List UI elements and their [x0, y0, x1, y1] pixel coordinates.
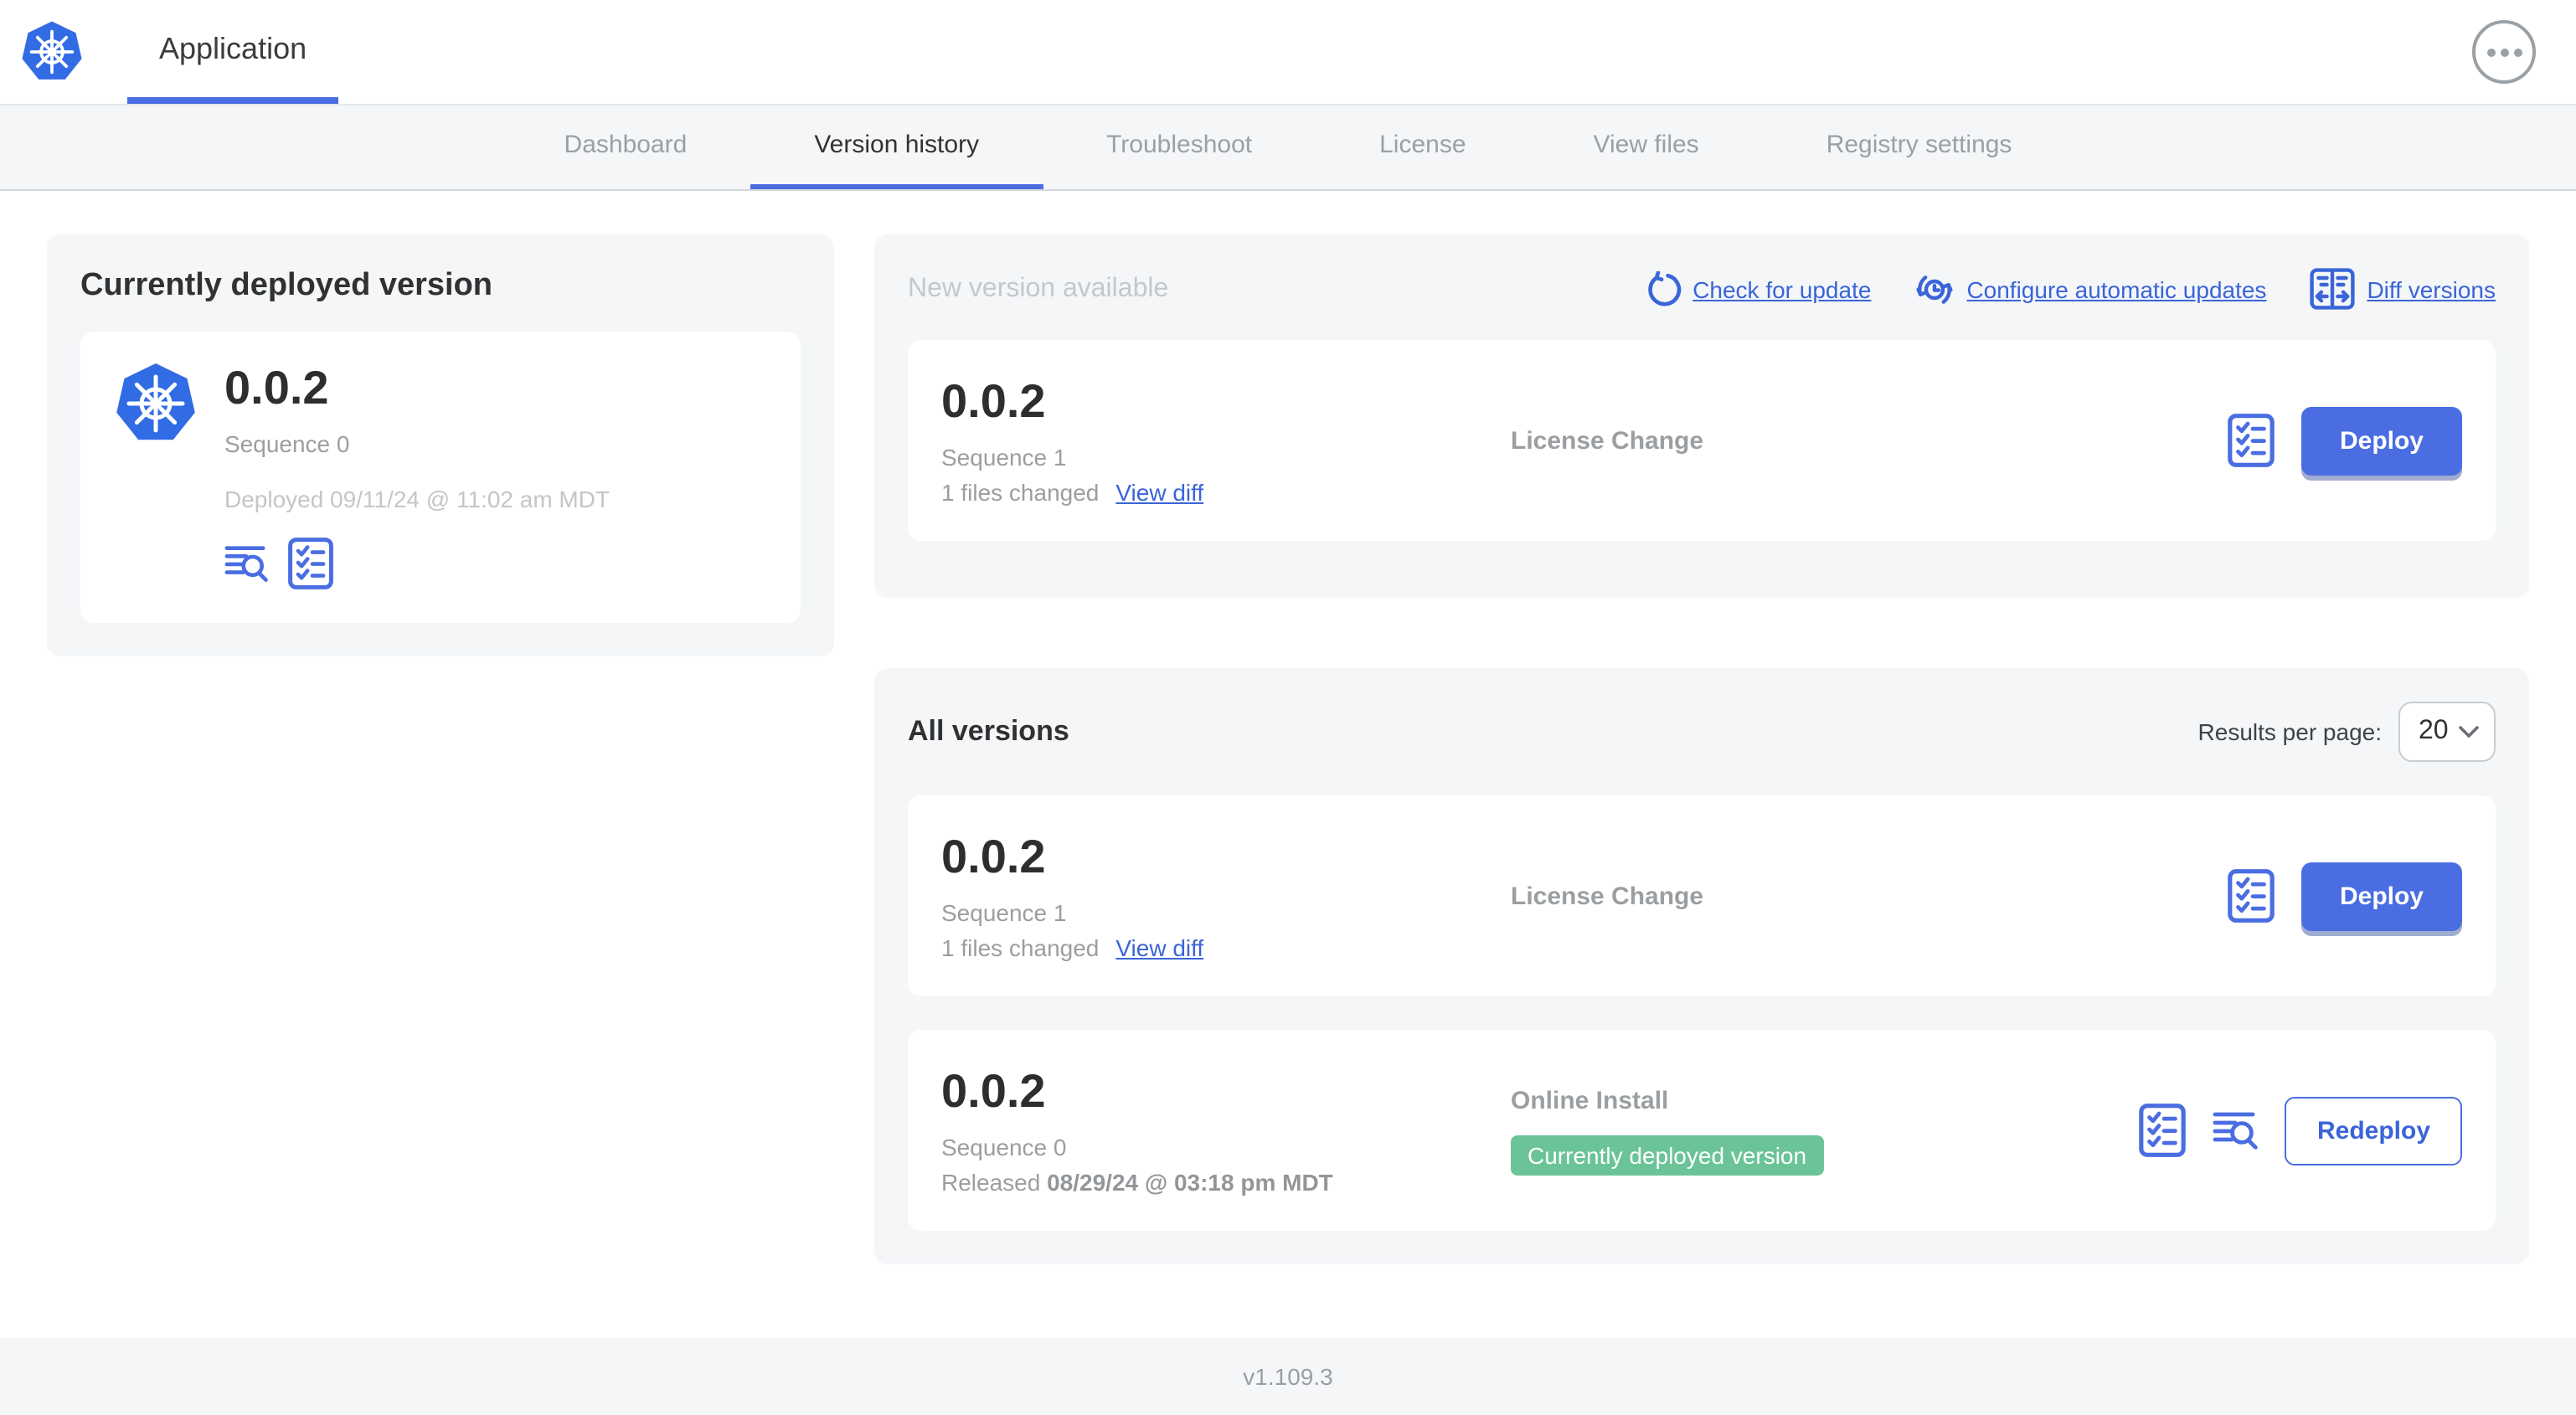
- new-version-actions: Check for update Configure automatic upd…: [1644, 268, 2496, 310]
- configure-automatic-updates-link[interactable]: Configure automatic updates: [1914, 269, 2266, 309]
- right-column: New version available Check for update C…: [874, 234, 2529, 1264]
- current-deployed-timestamp: Deployed 09/11/24 @ 11:02 am MDT: [224, 486, 611, 513]
- app-title: Application: [159, 31, 307, 64]
- logs-icon[interactable]: [2213, 1109, 2259, 1152]
- all-versions-header: All versions Results per page: 20: [908, 702, 2496, 762]
- redeploy-button[interactable]: Redeploy: [2285, 1096, 2462, 1165]
- results-per-page-label: Results per page:: [2197, 718, 2382, 745]
- results-per-page-value: 20: [2419, 717, 2449, 745]
- view-diff-link[interactable]: View diff: [1115, 479, 1203, 506]
- version-actions: Redeploy: [2140, 1096, 2462, 1165]
- diff-versions-link[interactable]: Diff versions: [2310, 268, 2496, 310]
- version-sequence: Sequence 0: [941, 1134, 1067, 1161]
- tab-dashboard[interactable]: Dashboard: [501, 105, 751, 189]
- tab-license[interactable]: License: [1316, 105, 1529, 189]
- current-version-info: 0.0.2 Sequence 0 Deployed 09/11/24 @ 11:…: [224, 362, 611, 590]
- current-sequence: Sequence 0: [224, 430, 350, 458]
- top-bar: Application: [0, 0, 2576, 105]
- version-info: 0.0.2 Sequence 0 Released 08/29/24 @ 03:…: [941, 1065, 1511, 1196]
- new-version-panel: New version available Check for update C…: [874, 234, 2529, 598]
- version-sequence: Sequence 1: [941, 444, 1067, 471]
- current-version-number: 0.0.2: [224, 362, 329, 414]
- tab-version-history[interactable]: Version history: [750, 105, 1043, 189]
- version-number: 0.0.2: [941, 1064, 1046, 1117]
- tab-view-files[interactable]: View files: [1530, 105, 1763, 189]
- all-versions-panel: All versions Results per page: 20 0.0.2 …: [874, 668, 2529, 1264]
- version-actions: Deploy: [2228, 862, 2462, 930]
- new-version-card: 0.0.2 Sequence 1 1 files changed View di…: [908, 340, 2496, 541]
- currently-deployed-title: Currently deployed version: [80, 268, 493, 303]
- checklist-icon[interactable]: [2228, 869, 2275, 923]
- checklist-icon[interactable]: [288, 538, 333, 590]
- deploy-button[interactable]: Deploy: [2300, 862, 2462, 930]
- app-logo-wrap: [20, 0, 84, 104]
- current-version-actions: [224, 538, 610, 590]
- currently-deployed-badge: Currently deployed version: [1511, 1135, 1824, 1175]
- diff-icon: [2310, 268, 2356, 310]
- console-version: v1.109.3: [1243, 1363, 1333, 1390]
- schedule-sync-icon: [1916, 275, 1954, 303]
- kubernetes-logo-icon: [22, 21, 82, 80]
- released-timestamp: Released 08/29/24 @ 03:18 pm MDT: [941, 1169, 1333, 1196]
- app-window: Application Dashboard Version history Tr…: [0, 0, 2576, 1415]
- chevron-down-icon: [2459, 726, 2479, 738]
- new-version-title: New version available: [908, 274, 1169, 302]
- version-sequence: Sequence 1: [941, 899, 1067, 927]
- more-options-button[interactable]: [2472, 20, 2536, 84]
- version-number: 0.0.2: [941, 374, 1046, 427]
- app-title-tab[interactable]: Application: [127, 0, 339, 104]
- version-number: 0.0.2: [941, 830, 1046, 882]
- files-changed-text: 1 files changed: [941, 934, 1100, 962]
- version-info: 0.0.2 Sequence 1 1 files changed View di…: [941, 375, 1511, 506]
- version-source: Online Install: [1511, 1086, 1669, 1114]
- ellipsis-icon: [2486, 48, 2495, 56]
- results-per-page-select[interactable]: 20: [2398, 702, 2496, 762]
- version-source: License Change: [1511, 426, 1704, 455]
- version-actions: Deploy: [2228, 406, 2462, 475]
- checklist-icon[interactable]: [2228, 414, 2275, 467]
- check-for-update-link[interactable]: Check for update: [1644, 270, 1871, 307]
- version-row: 0.0.2 Sequence 0 Released 08/29/24 @ 03:…: [908, 1030, 2496, 1231]
- version-source: License Change: [1511, 882, 1704, 910]
- logs-icon[interactable]: [224, 543, 268, 584]
- checklist-icon[interactable]: [2140, 1104, 2187, 1157]
- currently-deployed-panel: Currently deployed version 0.0.2 Sequenc…: [47, 234, 834, 657]
- version-source-column: Online Install Currently deployed versio…: [1511, 1086, 2140, 1175]
- view-diff-link[interactable]: View diff: [1115, 934, 1203, 961]
- files-changed-row: 1 files changed View diff: [941, 479, 1511, 506]
- version-info: 0.0.2 Sequence 1 1 files changed View di…: [941, 831, 1511, 961]
- versions-list: 0.0.2 Sequence 1 1 files changed View di…: [908, 795, 2496, 1231]
- kubernetes-app-icon: [116, 363, 195, 440]
- currently-deployed-card: 0.0.2 Sequence 0 Deployed 09/11/24 @ 11:…: [80, 332, 801, 624]
- files-changed-row: 1 files changed View diff: [941, 934, 1511, 961]
- version-row: 0.0.2 Sequence 1 1 files changed View di…: [908, 795, 2496, 996]
- version-source-column: License Change: [1511, 882, 2228, 910]
- all-versions-title: All versions: [908, 715, 1069, 747]
- tab-bar: Dashboard Version history Troubleshoot L…: [0, 105, 2576, 191]
- main-content: Currently deployed version 0.0.2 Sequenc…: [0, 191, 2576, 1338]
- files-changed-text: 1 files changed: [941, 479, 1100, 507]
- deploy-button[interactable]: Deploy: [2300, 406, 2462, 475]
- refresh-icon: [1647, 270, 1681, 306]
- footer: v1.109.3: [0, 1338, 2576, 1415]
- tab-troubleshoot[interactable]: Troubleshoot: [1043, 105, 1316, 189]
- version-source-column: License Change: [1511, 426, 2228, 455]
- tab-registry-settings[interactable]: Registry settings: [1763, 105, 2076, 189]
- results-per-page: Results per page: 20: [2198, 702, 2496, 762]
- new-version-header: New version available Check for update C…: [908, 268, 2496, 310]
